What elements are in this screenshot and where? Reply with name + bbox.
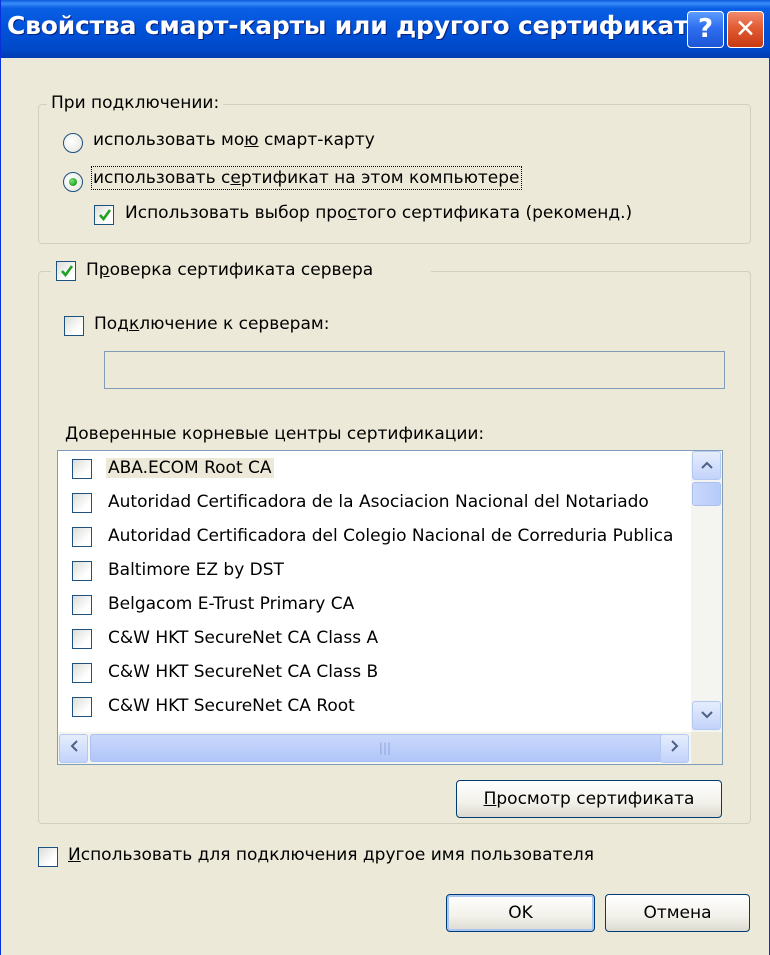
checkmark-icon — [61, 265, 74, 278]
checkmark-icon — [99, 209, 112, 222]
other-user-checkbox[interactable] — [38, 847, 58, 867]
simple-selection-checkbox[interactable] — [94, 205, 114, 225]
window-title: Свойства смарт-карты или другого сертифи… — [7, 11, 705, 40]
list-item[interactable]: Autoridad Certificadora de la Asociacion… — [58, 487, 691, 519]
list-item-checkbox[interactable] — [72, 493, 92, 513]
view-certificate-button[interactable]: Просмотр сертификата — [456, 780, 722, 818]
chevron-left-icon — [70, 740, 78, 752]
list-item-label: C&W HKT SecureNet CA Class A — [108, 628, 379, 648]
scroll-down-button[interactable] — [692, 701, 721, 730]
verify-server-label[interactable]: Проверка сертификата сервера — [86, 260, 373, 280]
ok-button[interactable]: OK — [446, 894, 595, 932]
servers-input[interactable] — [104, 351, 725, 389]
connect-servers-label[interactable]: Подключение к серверам: — [94, 314, 329, 334]
list-item-checkbox[interactable] — [72, 561, 92, 581]
connect-servers-checkbox[interactable] — [64, 316, 84, 336]
cancel-button[interactable]: Отмена — [605, 894, 750, 932]
title-bar[interactable]: Свойства смарт-карты или другого сертифи… — [1, 0, 770, 58]
chevron-down-icon — [700, 711, 713, 719]
list-item-label: Baltimore EZ by DST — [108, 560, 284, 580]
horizontal-scroll-thumb[interactable]: ||| — [90, 734, 680, 762]
help-button[interactable]: ? — [687, 11, 724, 48]
close-button[interactable]: ✕ — [727, 11, 764, 48]
list-item[interactable]: ABA.ECOM Root CA — [58, 453, 691, 485]
smartcard-radio-label[interactable]: использовать мою смарт-карту — [93, 130, 375, 150]
certificate-radio[interactable] — [63, 172, 83, 192]
list-item[interactable]: C&W HKT SecureNet CA Class B — [58, 657, 691, 689]
trusted-roots-label: Доверенные корневые центры сертификации: — [65, 424, 485, 444]
list-item[interactable]: C&W HKT SecureNet CA Class A — [58, 623, 691, 655]
list-item-label: Autoridad Certificadora de la Asociacion… — [108, 492, 649, 512]
list-item[interactable]: Baltimore EZ by DST — [58, 555, 691, 587]
list-item-label: C&W HKT SecureNet CA Root — [108, 696, 355, 716]
list-item-checkbox[interactable] — [72, 527, 92, 547]
list-item-label: ABA.ECOM Root CA — [106, 458, 274, 478]
scrollbar-corner — [691, 732, 722, 764]
list-item[interactable]: Belgacom E-Trust Primary CA — [58, 589, 691, 621]
connect-group-legend: При подключении: — [47, 93, 224, 113]
chevron-right-icon — [670, 740, 678, 752]
list-item-label: C&W HKT SecureNet CA Class B — [108, 662, 379, 682]
list-item-checkbox[interactable] — [72, 459, 92, 479]
certificate-radio-label[interactable]: использовать сертификат на этом компьюте… — [91, 166, 522, 190]
list-item-checkbox[interactable] — [72, 697, 92, 717]
list-item[interactable]: C&W HKT SecureNet CA Root — [58, 691, 691, 723]
list-item-checkbox[interactable] — [72, 629, 92, 649]
list-item[interactable]: Autoridad Certificadora del Colegio Naci… — [58, 521, 691, 553]
verify-server-checkbox[interactable] — [56, 261, 76, 281]
scroll-left-button[interactable] — [59, 734, 88, 763]
list-item-checkbox[interactable] — [72, 595, 92, 615]
trusted-roots-list[interactable]: ABA.ECOM Root CA Autoridad Certificadora… — [57, 450, 723, 765]
list-item-label: Autoridad Certificadora del Colegio Naci… — [108, 526, 674, 546]
vertical-scroll-thumb[interactable] — [692, 482, 721, 506]
scroll-up-button[interactable] — [692, 451, 721, 480]
list-item-checkbox[interactable] — [72, 663, 92, 683]
scroll-right-button[interactable] — [660, 734, 689, 763]
radio-selected-dot — [69, 178, 77, 186]
chevron-up-icon — [700, 461, 713, 469]
vertical-scrollbar[interactable] — [691, 451, 722, 732]
simple-selection-label[interactable]: Использовать выбор простого сертификата … — [125, 203, 632, 223]
smartcard-radio[interactable] — [63, 133, 83, 153]
other-user-label[interactable]: Использовать для подключения другое имя … — [68, 845, 594, 865]
horizontal-scrollbar[interactable]: ||| — [58, 732, 691, 764]
dialog-window: Свойства смарт-карты или другого сертифи… — [0, 0, 770, 955]
list-item-label: Belgacom E-Trust Primary CA — [108, 594, 355, 614]
